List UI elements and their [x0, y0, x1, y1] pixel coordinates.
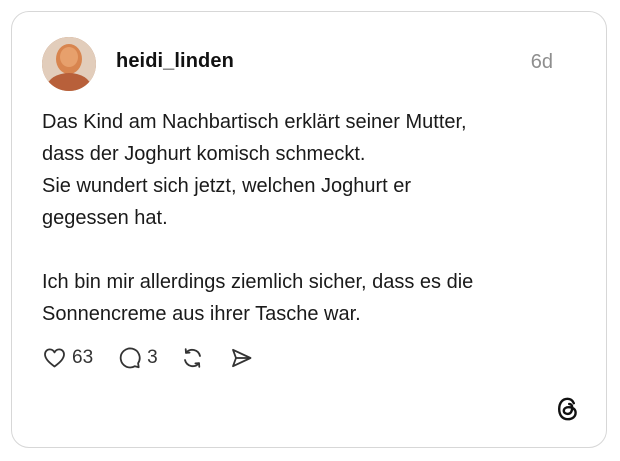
heart-icon [42, 346, 67, 370]
repost-button[interactable] [180, 346, 205, 370]
comment-icon [117, 346, 142, 370]
post-body: Das Kind am Nachbartisch erklärt seiner … [42, 106, 582, 330]
share-button[interactable] [229, 346, 254, 370]
post-timestamp: 6d [530, 51, 553, 73]
post-text-line: Ich bin mir allerdings ziemlich sicher, … [42, 271, 474, 293]
post-text-line: Das Kind am Nachbartisch erklärt seiner … [42, 111, 467, 133]
post-actions: 63 3 [42, 344, 254, 372]
post-card: heidi_linden 6d Das Kind am Nachbartisch… [11, 11, 607, 448]
send-icon [229, 346, 254, 370]
like-count: 63 [72, 347, 94, 368]
like-button[interactable]: 63 [42, 346, 93, 370]
repost-icon [180, 346, 205, 370]
post-text-line: gegessen hat. [42, 207, 168, 229]
reply-count: 3 [147, 347, 158, 368]
reply-button[interactable]: 3 [117, 346, 158, 370]
threads-logo-icon [554, 395, 582, 423]
post-text-line: Sie wundert sich jetzt, welchen Joghurt … [42, 175, 412, 197]
username[interactable]: heidi_linden [116, 50, 234, 73]
post-text-line: Sonnencreme aus ihrer Tasche war. [42, 303, 361, 325]
post-text-line: dass der Joghurt komisch schmeckt. [42, 143, 366, 165]
avatar[interactable] [42, 37, 96, 91]
